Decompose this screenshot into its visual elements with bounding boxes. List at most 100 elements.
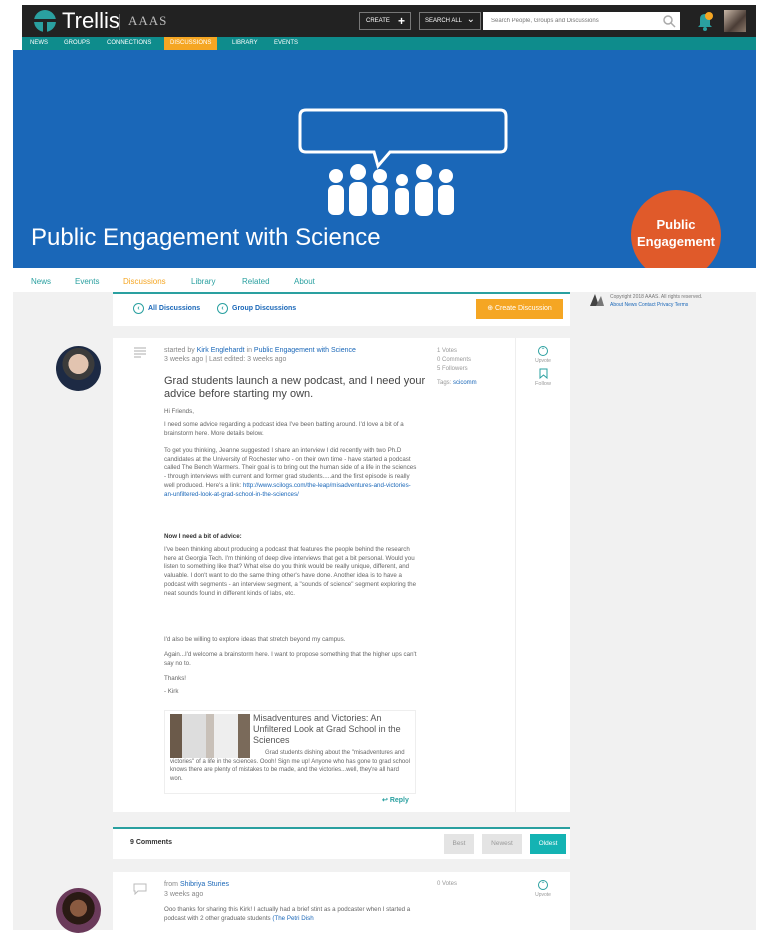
- preview-description: Grad students dishing about the "misadve…: [170, 750, 410, 782]
- nav-discussions[interactable]: DISCUSSIONS: [164, 37, 218, 50]
- chevron-left-icon: ‹: [133, 303, 144, 314]
- subnav-events[interactable]: Events: [75, 277, 99, 286]
- post-paragraph: I've been thinking about producing a pod…: [164, 546, 417, 597]
- post-timestamp: 3 weeks ago | Last edited: 3 weeks ago: [164, 356, 287, 363]
- votes-count: 1 Votes: [437, 348, 458, 354]
- subnav-news[interactable]: News: [31, 277, 51, 286]
- comment-timestamp: 3 weeks ago: [164, 891, 204, 898]
- comment-bubble-icon: [133, 883, 147, 895]
- post-paragraph: Again...I'd welcome a brainstorm here. I…: [164, 651, 417, 667]
- nav-connections[interactable]: CONNECTIONS: [107, 40, 151, 46]
- comments-bar: 9 Comments Best Newest Oldest: [113, 827, 570, 859]
- footer-links[interactable]: About News Contact Privacy Terms: [610, 302, 688, 308]
- people-group-icon: [328, 164, 454, 216]
- post-greeting: Hi Friends,: [164, 408, 194, 415]
- divider: [119, 14, 120, 30]
- author-avatar[interactable]: [56, 346, 101, 391]
- search-all-label: SEARCH ALL: [425, 18, 463, 24]
- in-text: in: [246, 347, 252, 354]
- from-text: from: [164, 881, 178, 888]
- comment-text: Ooo thanks for sharing this Kirk! I actu…: [164, 906, 419, 930]
- nav-groups[interactable]: GROUPS: [64, 40, 90, 46]
- post-paragraph: I need some advice regarding a podcast i…: [164, 421, 404, 437]
- search-all-dropdown[interactable]: SEARCH ALL ⌄: [419, 12, 481, 30]
- main-nav: NEWS GROUPS CONNECTIONS DISCUSSIONS LIBR…: [22, 37, 756, 50]
- comments-count-label: 9 Comments: [130, 839, 173, 846]
- post-subhead: Now I need a bit of advice:: [164, 533, 419, 542]
- advice-heading: Now I need a bit of advice:: [164, 533, 242, 540]
- group-discussions-label: Group Discussions: [232, 305, 297, 312]
- user-avatar[interactable]: [724, 10, 746, 32]
- badge-line-1: Public: [656, 217, 696, 232]
- post-tags: Tags: scicomm: [437, 379, 477, 388]
- top-bar: Trellis AAAS CREATE + SEARCH ALL ⌄: [22, 5, 756, 37]
- upvote-label: Upvote: [535, 358, 551, 364]
- group-link[interactable]: Public Engagement with Science: [254, 347, 356, 354]
- post-signature: - Kirk: [164, 688, 179, 695]
- notification-bell-icon[interactable]: [696, 11, 714, 31]
- group-banner: Public Engagement with Science Public En…: [13, 50, 756, 280]
- create-discussion-button[interactable]: ⊕ Create Discussion: [476, 299, 563, 319]
- reply-icon: ↩: [382, 797, 390, 804]
- subnav-discussions[interactable]: Discussions: [123, 277, 166, 286]
- reply-button[interactable]: ↩ Reply: [382, 796, 409, 804]
- commenter-avatar[interactable]: [56, 888, 101, 933]
- sort-oldest-button[interactable]: Oldest: [530, 834, 566, 854]
- badge-line-2: Engagement: [636, 234, 715, 249]
- comment-upvote-button[interactable]: ⌃ Upvote: [533, 880, 553, 898]
- footer-copyright: Copyright 2018 AAAS. All rights reserved…: [590, 292, 740, 314]
- chevron-down-icon: ⌄: [466, 14, 475, 25]
- all-discussions-tab[interactable]: ‹ All Discussions: [133, 303, 200, 314]
- aaas-logo-icon: [590, 294, 604, 306]
- nav-news[interactable]: NEWS: [30, 40, 48, 46]
- comment-votes: 0 Votes: [437, 881, 458, 887]
- copyright-text: Copyright 2018 AAAS. All rights reserved…: [610, 294, 703, 300]
- follow-button[interactable]: Follow: [532, 368, 554, 387]
- banner-title: Public Engagement with Science: [31, 224, 381, 251]
- sort-newest-button[interactable]: Newest: [482, 834, 522, 854]
- create-label: CREATE: [366, 18, 390, 24]
- post-thanks: Thanks!: [164, 675, 187, 682]
- link-preview-card[interactable]: Misadventures and Victories: An Unfilter…: [164, 710, 416, 794]
- upvote-arrow-icon: ⌃: [538, 880, 548, 890]
- upvote-label: Upvote: [535, 892, 551, 898]
- nav-events[interactable]: EVENTS: [274, 40, 298, 46]
- petri-dish-link[interactable]: (The Petri Dish: [272, 915, 313, 922]
- search-icon[interactable]: [662, 14, 676, 28]
- plus-circle-icon: ⊕: [487, 305, 495, 312]
- post-paragraph: I'd also be willing to explore ideas tha…: [164, 636, 346, 643]
- tag-link[interactable]: scicomm: [453, 380, 477, 386]
- upvote-arrow-icon: ⌃: [538, 346, 548, 356]
- upvote-button[interactable]: ⌃ Upvote: [533, 346, 553, 364]
- org-name: AAAS: [128, 13, 168, 28]
- chevron-left-icon: ‹: [217, 303, 228, 314]
- follow-label: Follow: [535, 381, 551, 387]
- discussion-list-icon: [134, 347, 146, 358]
- group-discussions-tab[interactable]: ‹ Group Discussions: [217, 303, 296, 314]
- subnav-related[interactable]: Related: [242, 277, 270, 286]
- comments-count: 0 Comments: [437, 357, 472, 363]
- brand-name[interactable]: Trellis: [62, 8, 120, 34]
- nav-library[interactable]: LIBRARY: [232, 40, 258, 46]
- bookmark-icon: [539, 368, 547, 380]
- discussion-filter-bar: ‹ All Discussions ‹ Group Discussions ⊕ Cr…: [113, 292, 570, 326]
- followers-count: 5 Followers: [437, 366, 468, 372]
- preview-title[interactable]: Misadventures and Victories: An Unfilter…: [253, 713, 413, 746]
- sort-best-button[interactable]: Best: [444, 834, 474, 854]
- create-button[interactable]: CREATE +: [359, 12, 411, 30]
- subnav-library[interactable]: Library: [191, 277, 215, 286]
- plus-icon: +: [397, 14, 405, 28]
- post-paragraph: To get you thinking, Jeanne suggested I …: [164, 447, 419, 527]
- post-author-line: started by Kirk Englehardt in Public Eng…: [164, 347, 356, 354]
- all-discussions-label: All Discussions: [148, 305, 201, 312]
- subnav-about[interactable]: About: [294, 277, 315, 286]
- commenter-link[interactable]: Shibriya Sturies: [180, 881, 229, 888]
- comment-author-line: from Shibriya Sturies: [164, 881, 229, 888]
- speech-bubble-icon: [298, 108, 508, 170]
- started-by-text: started by: [164, 347, 195, 354]
- trellis-logo-icon[interactable]: [32, 9, 58, 33]
- search-input[interactable]: [483, 12, 680, 30]
- author-link[interactable]: Kirk Englehardt: [197, 347, 245, 354]
- public-engagement-badge: Public Engagement: [631, 190, 721, 280]
- divider: [515, 338, 516, 812]
